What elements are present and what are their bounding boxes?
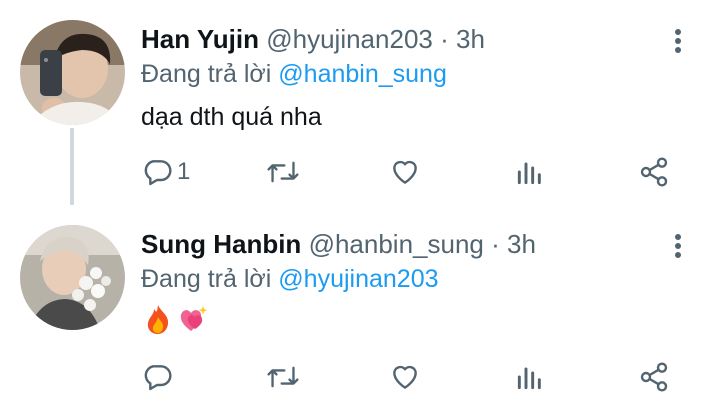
retweet-button[interactable] <box>266 150 300 194</box>
views-icon <box>515 361 545 393</box>
separator-dot: · <box>491 229 500 259</box>
replying-to-mention[interactable]: @hyujinan203 <box>278 265 438 293</box>
tweet-emojis <box>143 303 209 340</box>
tweet-text: dạa dth quá nha <box>141 103 322 131</box>
views-icon <box>515 156 545 188</box>
timestamp[interactable]: 3h <box>456 24 485 54</box>
retweet-icon <box>266 156 300 188</box>
avatar[interactable] <box>20 225 125 330</box>
like-icon <box>388 156 422 188</box>
display-name[interactable]: Sung Hanbin <box>141 229 301 259</box>
tweet-header: Sung Hanbin @hanbin_sung · 3h <box>141 227 536 261</box>
action-bar: 1 <box>0 150 720 194</box>
views-button[interactable] <box>515 150 545 194</box>
fire-emoji <box>143 303 173 340</box>
reply-button[interactable]: 1 <box>141 150 190 194</box>
user-handle[interactable]: @hyujinan203 <box>266 24 433 54</box>
share-button[interactable] <box>638 150 670 194</box>
tweet-han-yujin[interactable]: Han Yujin @hyujinan203 · 3h Đang trả lời… <box>0 0 720 205</box>
replying-prefix: Đang trả lời <box>141 60 272 88</box>
separator-dot: · <box>440 24 449 54</box>
action-bar <box>0 355 720 399</box>
replying-prefix: Đang trả lời <box>141 265 272 293</box>
reply-icon <box>141 361 173 393</box>
replying-to: Đang trả lời @hanbin_sung <box>141 57 447 91</box>
share-button[interactable] <box>638 355 670 399</box>
views-button[interactable] <box>515 355 545 399</box>
more-icon[interactable] <box>668 27 688 57</box>
tweet-sung-hanbin[interactable]: Sung Hanbin @hanbin_sung · 3h Đang trả l… <box>0 205 720 403</box>
user-handle[interactable]: @hanbin_sung <box>309 229 484 259</box>
reply-button[interactable] <box>141 355 177 399</box>
replying-to: Đang trả lời @hyujinan203 <box>141 262 439 296</box>
reply-count: 1 <box>177 158 191 185</box>
like-button[interactable] <box>388 355 422 399</box>
timestamp[interactable]: 3h <box>507 229 536 259</box>
retweet-button[interactable] <box>266 355 300 399</box>
replying-to-mention[interactable]: @hanbin_sung <box>278 60 447 88</box>
heart-with-sparkles-emoji <box>177 303 209 340</box>
like-icon <box>388 361 422 393</box>
tweet-header: Han Yujin @hyujinan203 · 3h <box>141 22 485 56</box>
retweet-icon <box>266 361 300 393</box>
reply-icon <box>141 156 173 188</box>
share-icon <box>638 361 670 393</box>
share-icon <box>638 156 670 188</box>
display-name[interactable]: Han Yujin <box>141 24 259 54</box>
more-icon[interactable] <box>668 232 688 262</box>
avatar[interactable] <box>20 20 125 125</box>
like-button[interactable] <box>388 150 422 194</box>
